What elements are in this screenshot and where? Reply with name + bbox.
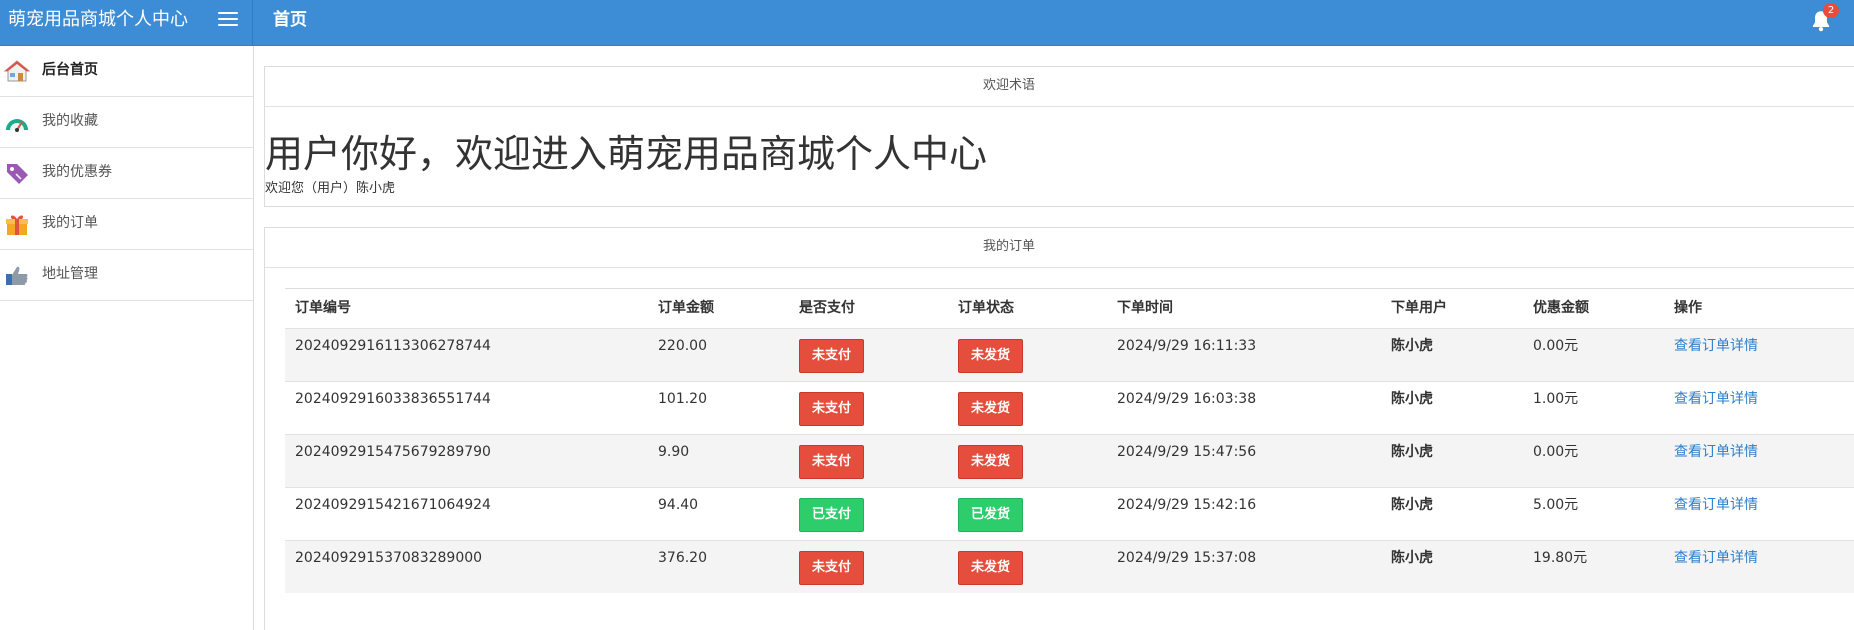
- view-order-detail-link[interactable]: 查看订单详情: [1674, 329, 1758, 363]
- shipping-status-button[interactable]: 未发货: [958, 392, 1023, 426]
- table-row: 2024092916033836551744 101.20 未支付 未发货 2024/9…: [285, 381, 1854, 434]
- order-discount: 0.00元: [1533, 338, 1579, 354]
- order-id: 2024092916033836551744: [295, 391, 491, 407]
- payment-status-button[interactable]: 未支付: [799, 392, 864, 426]
- payment-status-button[interactable]: 未支付: [799, 445, 864, 479]
- order-time: 2024/9/29 15:42:16: [1117, 497, 1257, 513]
- order-discount: 5.00元: [1533, 497, 1579, 513]
- order-user: 陈小虎: [1391, 497, 1433, 513]
- view-order-detail-link[interactable]: 查看订单详情: [1674, 541, 1758, 575]
- column-header: 订单金额: [658, 300, 714, 316]
- table-row: 2024092915475679289790 9.90 未支付 未发货 2024/9/2…: [285, 434, 1854, 487]
- payment-status-button[interactable]: 已支付: [799, 498, 864, 532]
- gift-icon: [6, 215, 28, 235]
- table-body: 202409291611330627874​4 220.00 未支付 未发货 2024/…: [285, 328, 1854, 593]
- sidebar-item-label: 我的订单: [42, 215, 98, 231]
- orders-panel-title: 我的订单: [265, 228, 1854, 268]
- column-header: 下单时间: [1117, 300, 1173, 316]
- brand-title[interactable]: 萌宠用品商城个人中心: [0, 0, 253, 46]
- sidebar-item-label: 地址管理: [42, 266, 98, 282]
- order-discount: 19.80元: [1533, 550, 1588, 566]
- order-user: 陈小虎: [1391, 550, 1433, 566]
- welcome-panel: 欢迎术语 用户你好，欢迎进入萌宠用品商城个人中心 欢迎您（用户）陈小虎: [264, 66, 1854, 207]
- order-time: 2024/9/29 15:37:08: [1117, 550, 1257, 566]
- order-amount: 220.00: [658, 338, 707, 354]
- view-order-detail-link[interactable]: 查看订单详情: [1674, 435, 1758, 469]
- shipping-status-button[interactable]: 未发货: [958, 339, 1023, 373]
- order-user: 陈小虎: [1391, 391, 1433, 407]
- column-header: 是否支付: [799, 300, 855, 316]
- order-amount: 101.20: [658, 391, 707, 407]
- gauge-icon: [6, 119, 28, 132]
- welcome-headline: 用户你好，欢迎进入萌宠用品商城个人中心: [265, 132, 988, 176]
- order-user: 陈小虎: [1391, 444, 1433, 460]
- shipping-status-button[interactable]: 未发货: [958, 445, 1023, 479]
- table-header-row: 订单编号 订单金额 是否支付 订单状态 下单时间 下单用户 优惠金额 操作: [285, 288, 1854, 328]
- sidebar-item-address[interactable]: 地址管理: [0, 250, 253, 301]
- payment-status-button[interactable]: 未支付: [799, 551, 864, 585]
- order-discount: 0.00元: [1533, 444, 1579, 460]
- column-header: 订单编号: [295, 300, 351, 316]
- sidebar-item-coupons[interactable]: 我的优惠券: [0, 148, 253, 199]
- table-row: 202409291611330627874​4 220.00 未支付 未发货 2024/…: [285, 328, 1854, 381]
- notification-badge: 2: [1823, 3, 1839, 18]
- shipping-status-button[interactable]: 已发货: [958, 498, 1023, 532]
- order-time: 2024/9/29 16:03:38: [1117, 391, 1257, 407]
- column-header: 操作: [1674, 300, 1702, 316]
- shipping-status-button[interactable]: 未发货: [958, 551, 1023, 585]
- order-time: 2024/9/29 15:47:56: [1117, 444, 1257, 460]
- menu-toggle-icon[interactable]: [218, 12, 238, 28]
- thumbs-up-icon: [6, 266, 28, 285]
- payment-status-button[interactable]: 未支付: [799, 339, 864, 373]
- column-header: 优惠金额: [1533, 300, 1589, 316]
- column-header: 订单状态: [958, 300, 1014, 316]
- welcome-panel-title: 欢迎术语: [265, 67, 1854, 107]
- house-icon: [4, 60, 30, 82]
- page-title: 首页: [273, 10, 307, 30]
- sidebar: 后台首页 我的收藏 我的优惠券 我的订单 地址管理: [0, 46, 254, 630]
- welcome-subtitle: 欢迎您（用户）陈小虎: [265, 181, 396, 196]
- order-id: 2024092915475679289790: [295, 444, 491, 460]
- sidebar-item-label: 我的优惠券: [42, 164, 112, 180]
- order-id: 2024092915421671064924: [295, 497, 491, 513]
- order-amount: 94.40: [658, 497, 699, 513]
- table-row: 2024092915370832890​00 376.20 未支付 未发货 2024/9…: [285, 540, 1854, 593]
- top-navbar: 萌宠用品商城个人中心 首页 2: [0, 0, 1854, 46]
- order-discount: 1.00元: [1533, 391, 1579, 407]
- column-header: 下单用户: [1391, 300, 1447, 316]
- table-row: 2024092915421671064924 94.40 已支付 已发货 2024/9/…: [285, 487, 1854, 540]
- tag-icon: [7, 164, 28, 184]
- view-order-detail-link[interactable]: 查看订单详情: [1674, 382, 1758, 416]
- sidebar-item-favorites[interactable]: 我的收藏: [0, 97, 253, 148]
- orders-panel: 我的订单 订单编号 订单金额 是否支付 订单状态 下单时间 下单用户 优惠金额 …: [264, 227, 1854, 630]
- order-amount: 9.90: [658, 444, 690, 460]
- sidebar-item-home[interactable]: 后台首页: [0, 46, 253, 97]
- sidebar-item-orders[interactable]: 我的订单: [0, 199, 253, 250]
- order-id: 202409291611330627874​4: [295, 338, 491, 354]
- order-user: 陈小虎: [1391, 338, 1433, 354]
- sidebar-item-label: 我的收藏: [42, 113, 98, 129]
- view-order-detail-link[interactable]: 查看订单详情: [1674, 488, 1758, 522]
- orders-table: 订单编号 订单金额 是否支付 订单状态 下单时间 下单用户 优惠金额 操作 20…: [285, 288, 1854, 593]
- order-amount: 376.20: [658, 550, 707, 566]
- order-id: 2024092915370832890​00: [295, 550, 483, 566]
- sidebar-item-label: 后台首页: [42, 62, 98, 78]
- order-time: 2024/9/29 16:11:33: [1117, 338, 1257, 354]
